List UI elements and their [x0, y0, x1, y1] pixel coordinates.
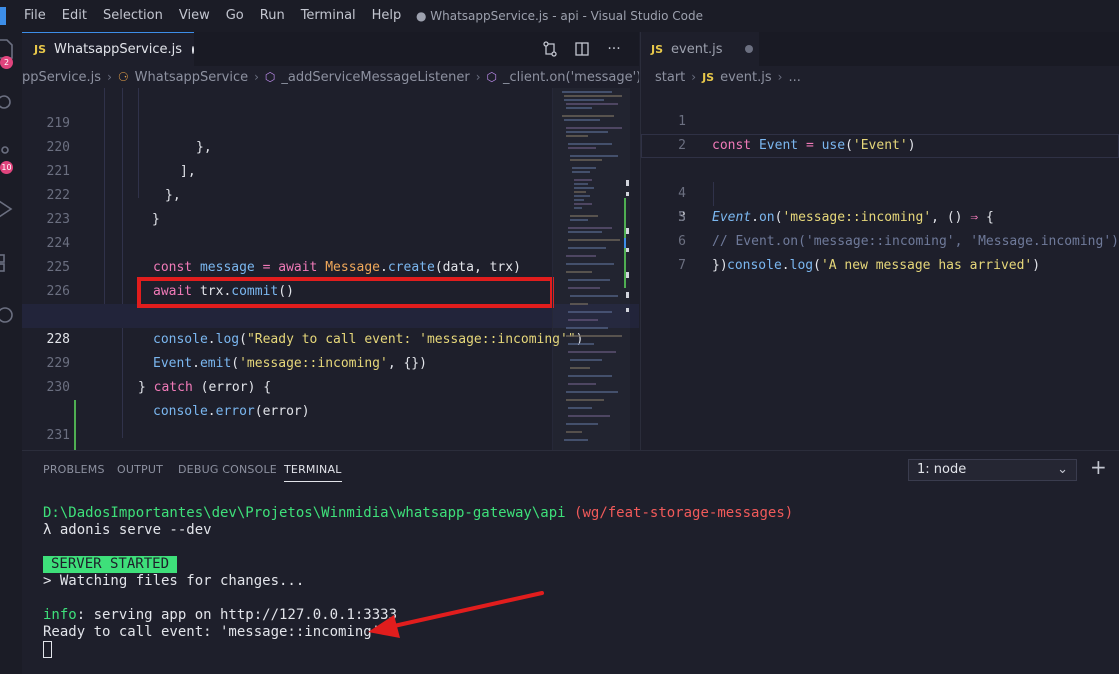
tab-label: event.js [671, 41, 723, 57]
code-line: 231 await trx.rollback() [22, 376, 639, 467]
menu-help[interactable]: Help [364, 0, 410, 32]
code-line: 5 console.log('A new message has arrived… [641, 182, 1119, 273]
open-changes-icon[interactable] [539, 38, 561, 60]
code-line: 229 } catch (error) { [22, 328, 639, 395]
code-line: 232 [22, 400, 639, 467]
code-line: 7 [641, 230, 1119, 273]
breadcrumb: ppService.js › ⚆ WhatsappService › ⬡ _ad… [22, 66, 639, 88]
right-tab-bar: JS event.js [641, 32, 1119, 66]
menu-terminal[interactable]: Terminal [293, 0, 364, 32]
line-number: 7 [678, 258, 686, 273]
breadcrumb: start › JS event.js › ... [641, 66, 1119, 88]
menu-go[interactable]: Go [218, 0, 252, 32]
tab-debug-console[interactable]: DEBUG CONSOLE [178, 463, 277, 476]
code-line: 6 }) [641, 206, 1119, 273]
terminal-cursor [43, 641, 52, 658]
terminal-watching: > Watching files for changes... [43, 573, 305, 589]
breadcrumb-file[interactable]: event.js [720, 70, 772, 85]
unsaved-dot-icon[interactable] [191, 45, 194, 54]
breadcrumb-class[interactable]: WhatsappService [135, 70, 248, 85]
code-line: 225 await trx.commit() [22, 232, 639, 299]
tab-event-js[interactable]: JS event.js [641, 32, 759, 66]
run-debug-icon[interactable] [0, 198, 22, 220]
chevron-down-icon: ⌄ [1057, 462, 1068, 477]
breadcrumb-callback[interactable]: _client.on('message') callback [503, 70, 639, 85]
bottom-panel: PROBLEMS OUTPUT DEBUG CONSOLE TERMINAL 1… [22, 450, 1119, 674]
chevron-right-icon: › [254, 70, 259, 84]
editor-actions: ··· [539, 32, 635, 66]
terminal-server-line: SERVER STARTED [43, 556, 178, 573]
left-tab-bar: JS WhatsappService.js ··· [22, 32, 639, 66]
class-icon: ⚆ [117, 70, 129, 84]
terminal-info-label: info [43, 607, 77, 623]
code-line: 1 const Event = use('Event') [641, 86, 1119, 153]
code-line: 221 }, [22, 136, 639, 203]
chevron-right-icon: › [691, 70, 697, 84]
terminal-info-line: info: serving app on http://127.0.0.1:33… [43, 607, 397, 624]
code-text: }) [712, 258, 728, 273]
menu-edit[interactable]: Edit [54, 0, 95, 32]
code-line: 230 console.error(error) [22, 352, 639, 419]
unsaved-dot-icon[interactable] [744, 45, 753, 53]
code-line: 224 const message = await Message.create… [22, 208, 639, 275]
breadcrumb-folder[interactable]: start [655, 70, 685, 85]
left-editor-group: JS WhatsappService.js ··· ppService.js ›… [22, 32, 639, 491]
chevron-right-icon: › [777, 70, 783, 84]
terminal-select-value: 1: node [917, 462, 967, 477]
extensions-icon[interactable] [0, 252, 22, 274]
terminal-command: λ adonis serve --dev [43, 522, 212, 538]
activity-bar: 2 10 [0, 32, 22, 674]
terminal-info-text: : serving app on http://127.0.0.1:3333 [76, 607, 398, 623]
breadcrumb-more[interactable]: ... [788, 70, 800, 85]
tab-output[interactable]: OUTPUT [117, 463, 163, 476]
menu-bar: File Edit Selection View Go Run Terminal… [0, 0, 1119, 32]
menu-view[interactable]: View [171, 0, 218, 32]
terminal-select[interactable]: 1: node ⌄ [908, 459, 1077, 481]
js-file-icon: JS [34, 43, 47, 56]
code-line: 223 [22, 184, 639, 227]
current-line-highlight [709, 134, 1119, 158]
code-line: 4 Event.on('message::incoming', () ⇒ { [641, 158, 1119, 225]
current-line-gutter [641, 134, 709, 158]
terminal-path: D:\DadosImportantes\dev\Projetos\Winmidi… [43, 505, 566, 521]
source-control-badge: 2 [0, 56, 13, 69]
remote-explorer-icon[interactable] [0, 304, 22, 326]
method-icon: ⬡ [264, 70, 276, 84]
tab-terminal[interactable]: TERMINAL [284, 463, 342, 482]
code-line-current: 3 // Event.on('message::incoming', 'Mess… [641, 134, 1119, 249]
terminal-prompt-line: D:\DadosImportantes\dev\Projetos\Winmidi… [43, 505, 793, 522]
split-editor-icon[interactable] [571, 38, 593, 60]
tab-whatsapp-service[interactable]: JS WhatsappService.js [22, 32, 194, 66]
terminal-branch: (wg/feat-storage-messages) [574, 505, 794, 521]
search-icon[interactable] [0, 92, 22, 114]
js-file-icon: JS [651, 42, 664, 56]
chevron-right-icon: › [107, 70, 112, 84]
code-text: console.log('A new message has arrived') [727, 258, 1041, 273]
menu-run[interactable]: Run [252, 0, 293, 32]
indent-guide [713, 182, 714, 206]
right-editor-group: JS event.js start › JS event.js › ... 1 … [640, 32, 1119, 450]
terminal-ready-line: Ready to call event: 'message::incoming' [43, 624, 381, 640]
server-started-badge: SERVER STARTED [43, 556, 178, 573]
add-terminal-icon[interactable]: + [1090, 455, 1107, 479]
tab-label: WhatsappService.js [54, 42, 182, 57]
highlight-box [137, 277, 554, 308]
tab-problems[interactable]: PROBLEMS [43, 463, 105, 476]
code-line: 219 }, [22, 88, 639, 155]
code-line: 2 [641, 110, 1119, 153]
method-icon: ⬡ [486, 70, 497, 84]
code-line: 222 } [22, 160, 639, 227]
code-line: 233 [22, 424, 639, 491]
code-line: 220 ], [22, 112, 639, 179]
minimap[interactable] [552, 88, 630, 450]
menu-selection[interactable]: Selection [95, 0, 171, 32]
menu-file[interactable]: File [16, 0, 54, 32]
more-actions-icon[interactable]: ··· [603, 38, 625, 60]
chevron-right-icon: › [475, 70, 481, 84]
breadcrumb-method[interactable]: _addServiceMessageListener [281, 70, 469, 85]
js-file-icon: JS [702, 70, 715, 84]
vscode-logo-icon [0, 7, 6, 25]
breadcrumb-file[interactable]: ppService.js [22, 70, 101, 85]
extensions-badge: 10 [0, 161, 13, 174]
